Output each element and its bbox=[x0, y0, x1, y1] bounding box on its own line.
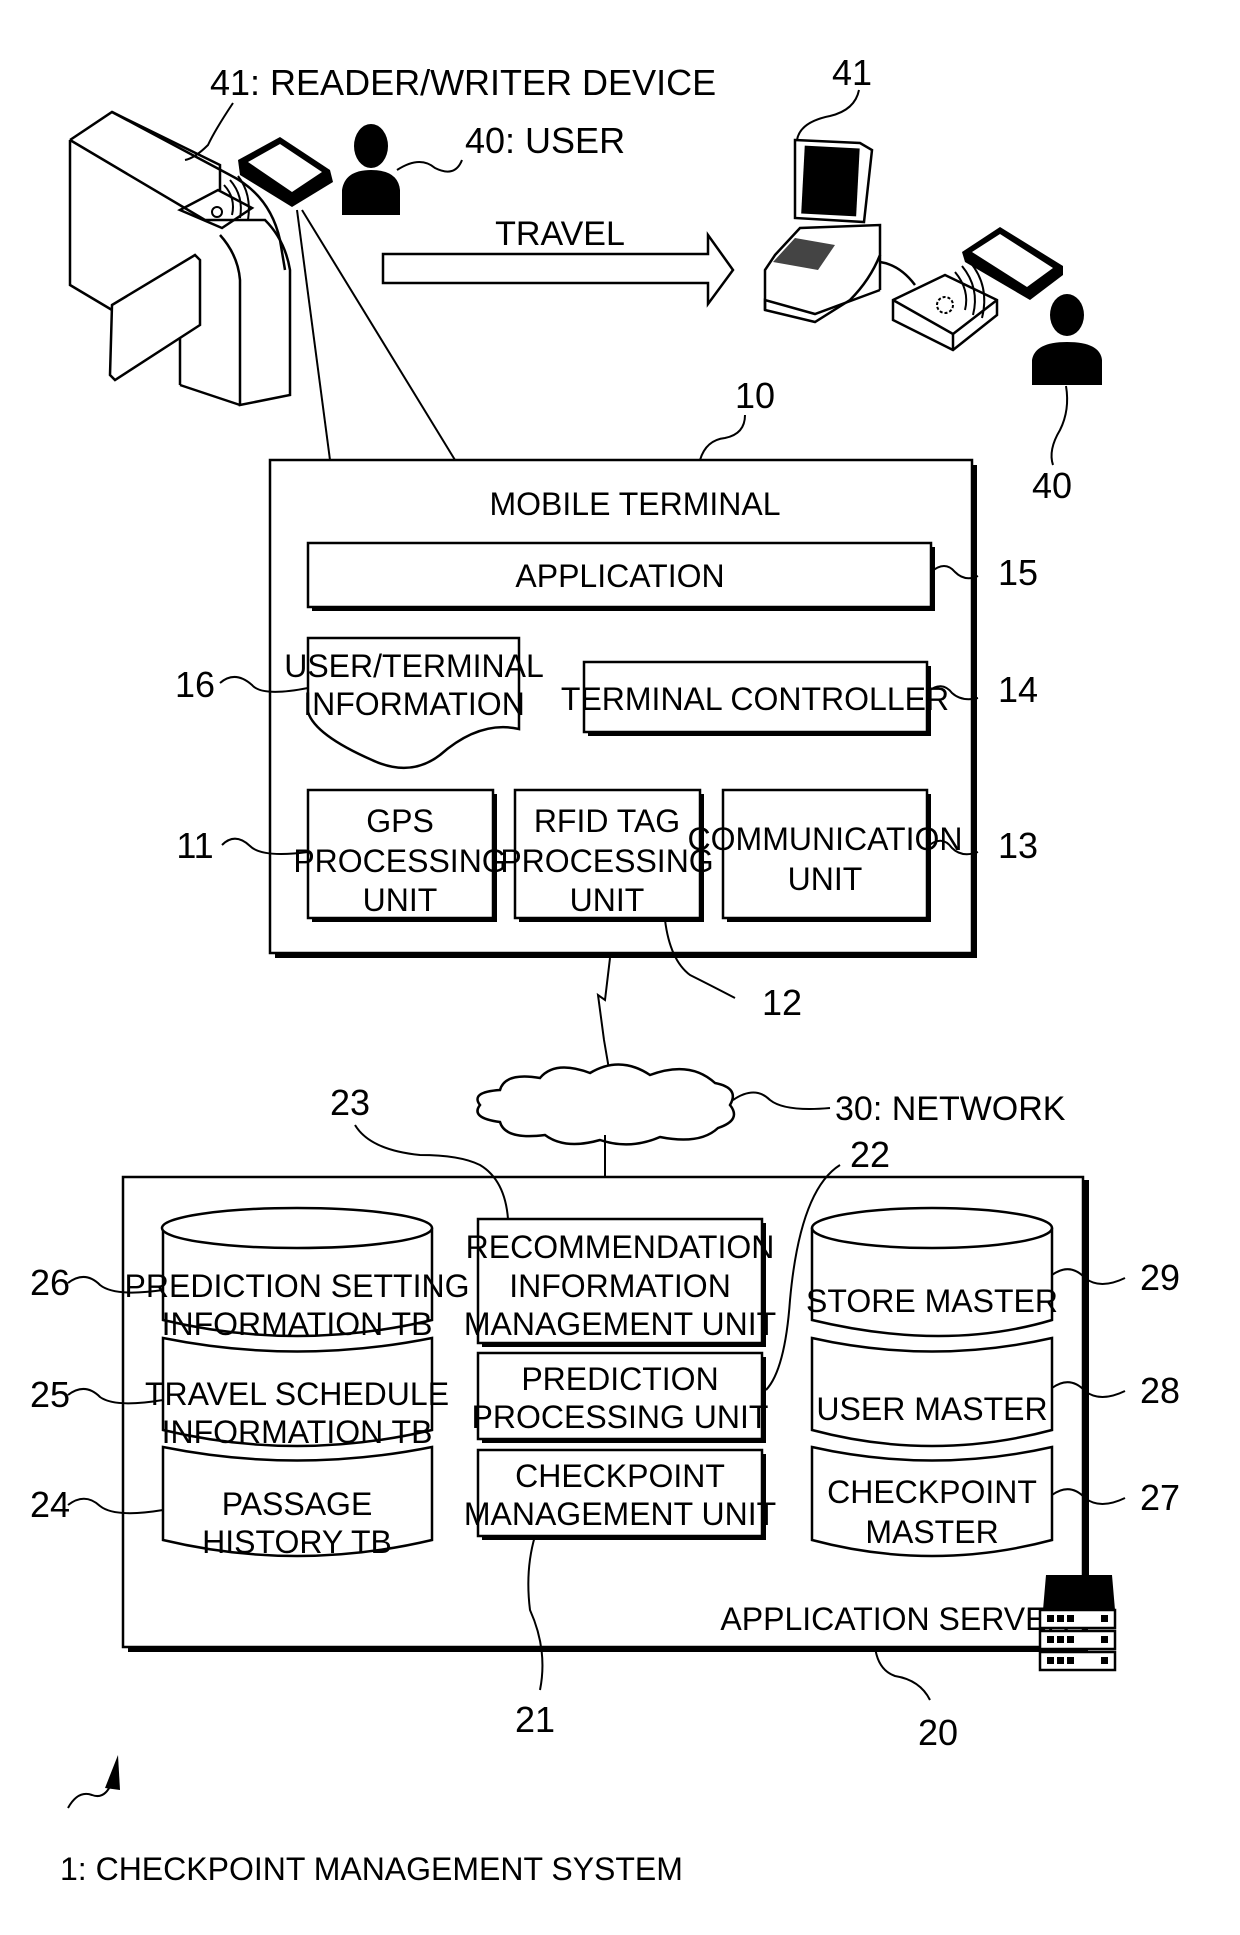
checkpoint-management-unit-box: CHECKPOINT MANAGEMENT UNIT bbox=[464, 1448, 776, 1540]
smartphone-icon bbox=[238, 137, 333, 207]
user-terminal-info-ref: 16 bbox=[175, 664, 215, 705]
recommendation-information-management-unit-box: RECOMMENDATION INFORMATION MANAGEMENT UN… bbox=[464, 1217, 776, 1347]
recommendation-ref: 23 bbox=[330, 1082, 370, 1123]
communication-line-1: COMMUNICATION bbox=[688, 821, 963, 857]
user-master-ref: 28 bbox=[1140, 1370, 1180, 1411]
smartphone-icon bbox=[962, 227, 1063, 300]
pos-terminal-illustration bbox=[763, 138, 916, 324]
prediction-setting-ref: 26 bbox=[30, 1262, 70, 1303]
application-box: APPLICATION bbox=[306, 541, 935, 611]
communication-unit-box: COMMUNICATION UNIT bbox=[688, 788, 963, 922]
prediction-setting-line-2: INFORMATION TB bbox=[162, 1306, 433, 1342]
prediction-unit-line-1: PREDICTION bbox=[521, 1361, 718, 1397]
terminal-controller-box: TERMINAL CONTROLLER bbox=[561, 660, 949, 736]
rfid-line-3: UNIT bbox=[570, 882, 645, 918]
communication-line-2: UNIT bbox=[788, 861, 863, 897]
application-server-title: APPLICATION SERVER bbox=[720, 1601, 1069, 1637]
store-master-label: STORE MASTER bbox=[806, 1283, 1058, 1319]
travel-schedule-ref: 25 bbox=[30, 1374, 70, 1415]
gps-line-3: UNIT bbox=[363, 882, 438, 918]
application-server-ref: 20 bbox=[918, 1712, 958, 1753]
gps-line-2: PROCESSING bbox=[293, 843, 506, 879]
checkpoint-master-line-1: CHECKPOINT bbox=[827, 1474, 1037, 1510]
terminal-controller-ref: 14 bbox=[998, 669, 1038, 710]
rfid-line-1: RFID TAG bbox=[534, 803, 680, 839]
checkpoint-master-ref: 27 bbox=[1140, 1477, 1180, 1518]
communication-ref: 13 bbox=[998, 825, 1038, 866]
checkpoint-master-line-2: MASTER bbox=[865, 1514, 998, 1550]
user-terminal-info-line-2: INFORMATION bbox=[303, 686, 525, 722]
user-master-label: USER MASTER bbox=[816, 1391, 1047, 1427]
right-database-stack: STORE MASTER USER MASTER CHECKPOINT MAST… bbox=[806, 1206, 1058, 1558]
travel-schedule-line-2: INFORMATION TB bbox=[162, 1414, 433, 1450]
checkpoint-unit-ref: 21 bbox=[515, 1699, 555, 1740]
gps-processing-unit-box: GPS PROCESSING UNIT bbox=[293, 788, 507, 922]
gps-ref: 11 bbox=[176, 825, 213, 866]
system-pointer-arrow-icon bbox=[67, 1755, 120, 1809]
prediction-unit-line-2: PROCESSING UNIT bbox=[472, 1399, 769, 1435]
user-terminal-info-line-1: USER/TERMINAL bbox=[284, 648, 544, 684]
passage-history-line-1: PASSAGE bbox=[222, 1486, 373, 1522]
travel-schedule-line-1: TRAVEL SCHEDULE bbox=[145, 1376, 449, 1412]
network-cloud-icon bbox=[476, 1063, 736, 1146]
user-ref: 40 bbox=[1032, 465, 1072, 506]
network-label: 30: NETWORK bbox=[835, 1090, 1066, 1128]
gps-line-1: GPS bbox=[366, 803, 434, 839]
prediction-unit-ref: 22 bbox=[850, 1134, 890, 1175]
recommendation-line-3: MANAGEMENT UNIT bbox=[464, 1306, 776, 1342]
system-label: 1: CHECKPOINT MANAGEMENT SYSTEM bbox=[60, 1851, 683, 1887]
travel-label: TRAVEL bbox=[495, 215, 625, 253]
diagram-canvas: 41: READER/WRITER DEVICE 40: USER TRAVEL… bbox=[30, 52, 1180, 1887]
recommendation-line-2: INFORMATION bbox=[509, 1268, 731, 1304]
prediction-setting-line-1: PREDICTION SETTING bbox=[125, 1268, 470, 1304]
rfid-line-2: PROCESSING bbox=[500, 843, 713, 879]
rfid-reader-pad-illustration bbox=[891, 261, 999, 352]
user-icon bbox=[1032, 294, 1102, 385]
reader-writer-label: 41: READER/WRITER DEVICE bbox=[210, 62, 716, 103]
checkpoint-unit-line-1: CHECKPOINT bbox=[515, 1458, 725, 1494]
mobile-terminal-title: MOBILE TERMINAL bbox=[489, 486, 780, 522]
user-icon bbox=[342, 124, 400, 215]
prediction-processing-unit-box: PREDICTION PROCESSING UNIT bbox=[472, 1351, 769, 1443]
rfid-ref: 12 bbox=[762, 982, 802, 1023]
user-label: 40: USER bbox=[465, 120, 625, 161]
application-label: APPLICATION bbox=[515, 558, 724, 594]
pos-ref: 41 bbox=[832, 52, 872, 93]
wireless-link-icon bbox=[596, 957, 611, 1076]
passage-history-ref: 24 bbox=[30, 1484, 70, 1525]
passage-history-line-2: HISTORY TB bbox=[202, 1524, 392, 1560]
rfid-tag-processing-unit-box: RFID TAG PROCESSING UNIT bbox=[500, 788, 714, 922]
terminal-controller-label: TERMINAL CONTROLLER bbox=[561, 681, 949, 717]
left-database-stack: PREDICTION SETTING INFORMATION TB TRAVEL… bbox=[125, 1206, 470, 1560]
store-master-ref: 29 bbox=[1140, 1257, 1180, 1298]
recommendation-line-1: RECOMMENDATION bbox=[466, 1229, 775, 1265]
mobile-terminal-ref: 10 bbox=[735, 375, 775, 416]
application-ref: 15 bbox=[998, 552, 1038, 593]
checkpoint-unit-line-2: MANAGEMENT UNIT bbox=[464, 1496, 776, 1532]
